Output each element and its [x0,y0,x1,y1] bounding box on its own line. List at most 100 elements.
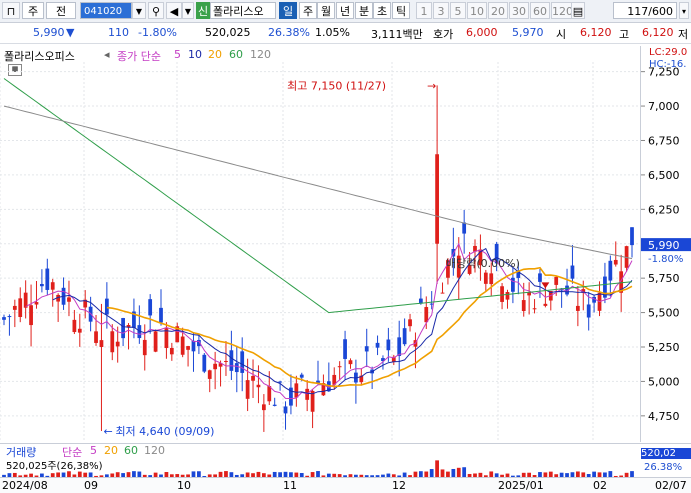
data-count[interactable]: 117/600 [613,2,677,19]
high-price: 6,120 [642,26,674,39]
down-arrow-icon: ▼ [66,26,75,39]
prev-button[interactable]: 전 [46,2,76,19]
low-annotation: 최저 4,640 (09/09) [115,425,214,438]
candle-body [115,341,120,347]
candle-body [505,292,510,300]
date-tick: 10 [177,479,191,492]
quote-bar: 5,990 ▼ 110 -1.80% 520,025 26.38% 1.05% … [0,23,691,44]
candle-body [207,370,212,379]
candle-body [45,268,50,290]
interval-button[interactable]: 20 [488,2,508,19]
candle-body [440,292,445,294]
speaker-dropdown-icon[interactable]: ▼ [182,2,194,19]
interval-button[interactable]: 60 [530,2,550,19]
candle-body [121,318,125,339]
period-tab[interactable]: 년 [336,2,354,19]
candle-body [364,346,369,352]
code-input[interactable]: 041020 [80,2,132,19]
high-annotation: 최고 7,150 (11/27) [287,79,386,92]
date-tick: 2025/01 [498,479,544,492]
axis-tick-label: 7,250 [648,66,680,79]
period-tab[interactable]: 주 [299,2,317,19]
hoga-label: 호가 [433,28,454,41]
candle-body [245,380,250,399]
legend-scroll-icon[interactable]: ◂ [104,48,110,61]
speaker-icon[interactable]: ◀ [166,2,182,19]
market-select[interactable]: 주 [22,2,44,19]
legend-ma-5[interactable]: 5 [174,48,181,61]
price-axis: LC:29.0 HC:-16. 7,250 7,000 6,750 6,500 6,25… [640,46,691,442]
candle-body [397,337,402,356]
legend-ma-60[interactable]: 60 [229,48,243,61]
candle-body [110,331,115,353]
date-tick: 12 [392,479,406,492]
open-price: 6,120 [580,26,612,39]
legend-ma-120[interactable]: 120 [250,48,271,61]
candle-body [554,276,559,285]
candle-body [462,222,467,234]
candle-body [224,360,228,362]
volume-bars [2,460,634,478]
candle-body [34,302,39,305]
interval-button[interactable]: 1 [416,2,432,19]
candle-body [408,319,412,327]
candlestick-plot[interactable]: 최고 7,150 (11/27) → ← 최저 4,640 (09/09) 배당락(0.… [0,62,640,442]
candle-body [7,316,12,318]
date-axis: 2024/08 09 10 11 12 2025/01 02 02/07 [0,477,691,493]
count-dropdown-icon[interactable]: ▾ [679,2,689,19]
interval-button[interactable]: 30 [509,2,529,19]
current-price-pct: -1.80% [648,254,683,265]
settings-icon[interactable]: ▤ [571,2,585,19]
period-tab[interactable]: 초 [373,2,391,19]
candle-body [521,300,526,312]
interval-button[interactable]: 5 [450,2,466,19]
candle-body [575,305,580,311]
candle-body [159,307,163,323]
period-tab[interactable]: 분 [355,2,373,19]
date-tick: 2024/08 [2,479,48,492]
toolbar: ⊓ 주 전 041020 ▼ ⚲ ◀ ▼ 신 폴라리스오 일주월년분초틱 135… [0,0,691,23]
candle-body [18,298,23,317]
interval-button[interactable]: 3 [433,2,449,19]
interval-button[interactable]: 120 [551,2,573,19]
candle-body [256,384,261,388]
ratio2: 1.05% [315,26,350,39]
stock-name[interactable]: 폴라리스오 [210,2,276,19]
volume: 520,025 [205,26,251,39]
current-price: 5,990 [33,26,65,39]
period-tab[interactable]: 일 [279,2,297,19]
interval-button[interactable]: 10 [467,2,487,19]
period-tab[interactable]: 틱 [392,2,410,19]
axis-tick-label: 5,000 [648,375,680,388]
legend-ma-10[interactable]: 10 [188,48,202,61]
search-icon[interactable]: ⚲ [148,2,164,19]
candle-body [386,339,391,351]
candle-body [186,346,190,350]
candle-body [343,339,347,359]
code-dropdown-icon[interactable]: ▼ [132,2,146,19]
volume-bar [435,460,439,478]
candle-body [148,299,153,316]
candle-body [67,297,71,302]
candle-body [337,366,342,368]
axis-tick-label: 5,250 [648,341,680,354]
candle-body [40,283,44,287]
candle-body [240,351,245,373]
candle-body [29,305,33,326]
candle-body [586,304,591,318]
trade-amount: 3,111백만 [371,28,423,41]
legend-ma-20[interactable]: 20 [208,48,222,61]
axis-tick-label: 4,750 [648,410,680,423]
candle-body [202,354,207,372]
candle-body [570,265,575,279]
ma60-line [3,78,633,314]
price-chart[interactable]: 최고 7,150 (11/27) → ← 최저 4,640 (09/09) 배당락(0.… [0,62,640,442]
window-icon[interactable]: ⊓ [2,2,20,19]
period-tab[interactable]: 월 [317,2,335,19]
candle-body [191,340,196,352]
axis-tick-label: 7,000 [648,100,680,113]
bid-price: 5,970 [512,26,544,39]
candle-body [305,388,310,400]
price-change: 110 [108,26,129,39]
left-arrow-icon: ← [103,425,112,438]
